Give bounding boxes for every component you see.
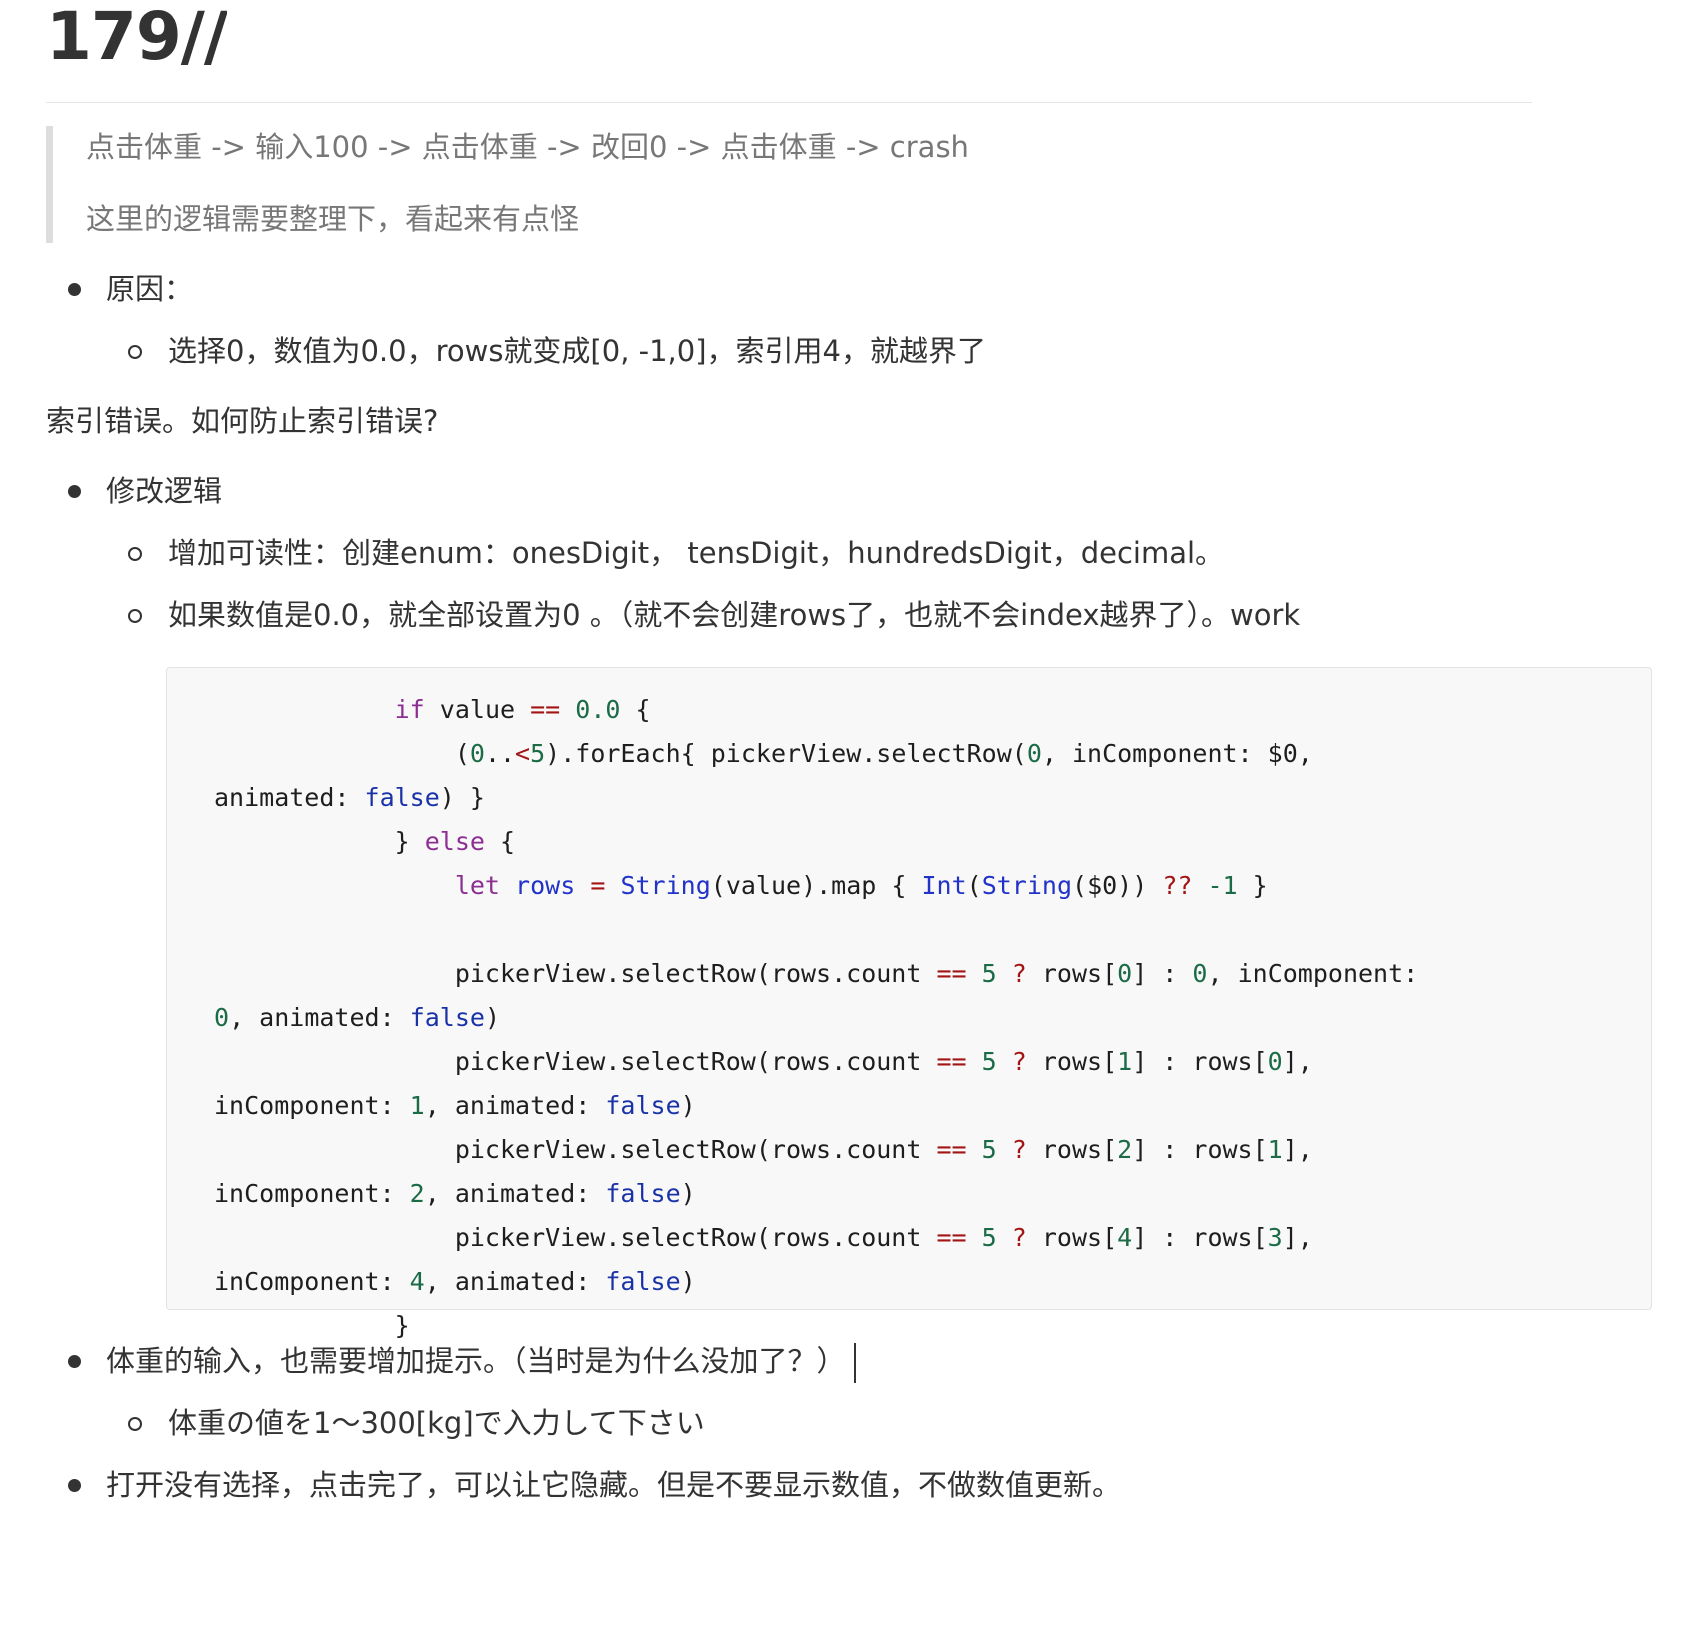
title-divider (46, 102, 1532, 103)
blockquote: 点击体重 -> 输入100 -> 点击体重 -> 改回0 -> 点击体重 -> … (46, 126, 1526, 243)
list-item-cause: 原因： (46, 268, 1606, 311)
bullet-circle-icon (128, 1417, 142, 1431)
cause-label: 原因： (106, 272, 194, 306)
fix-sub-1: 增加可读性：创建enum：onesDigit， tensDigit，hundre… (168, 536, 1225, 570)
index-error-paragraph: 索引错误。如何防止索引错误? (46, 404, 439, 438)
code-content: if value == 0.0 { (0..<5).forEach{ picke… (214, 695, 1419, 1340)
bullet-dot-icon (68, 1479, 81, 1492)
sub-item-weight-range: 体重の値を1～300[kg]で入力して下さい (46, 1402, 1668, 1445)
sub-item-readability: 增加可读性：创建enum：onesDigit， tensDigit，hundre… (46, 532, 1668, 575)
weight-hint-sub: 体重の値を1～300[kg]で入力して下さい (168, 1406, 705, 1440)
code-block: if value == 0.0 { (0..<5).forEach{ picke… (166, 667, 1652, 1340)
bullet-dot-icon (68, 485, 81, 498)
list-item-weight-hint: 体重的输入，也需要增加提示。（当时是为什么没加了？） (46, 1340, 1606, 1383)
sub-item-cause-detail: 选择0，数值为0.0，rows就变成[0, -1,0]，索引用4，就越界了 (46, 330, 1668, 373)
bullet-dot-icon (68, 1355, 81, 1368)
fix-sub-2: 如果数值是0.0，就全部设置为0 。（就不会创建rows了，也就不会index越… (168, 598, 1301, 632)
list-item-hide-note: 打开没有选择，点击完了，可以让它隐藏。但是不要显示数值，不做数值更新。 (46, 1464, 1606, 1507)
text-cursor (853, 1343, 856, 1383)
list-item-fix-logic: 修改逻辑 (46, 470, 1606, 513)
bullet-circle-icon (128, 547, 142, 561)
bullet-circle-icon (128, 609, 142, 623)
page-title: 179// (46, 0, 227, 72)
bullet-circle-icon (128, 345, 142, 359)
sub-item-zero-value: 如果数值是0.0，就全部设置为0 。（就不会创建rows了，也就不会index越… (46, 594, 1668, 637)
fix-label: 修改逻辑 (106, 474, 223, 508)
quote-line-2: 这里的逻辑需要整理下，看起来有点怪 (86, 202, 580, 236)
hide-note-text: 打开没有选择，点击完了，可以让它隐藏。但是不要显示数值，不做数值更新。 (106, 1468, 1122, 1502)
bullet-dot-icon (68, 283, 81, 296)
quote-line-1: 点击体重 -> 输入100 -> 点击体重 -> 改回0 -> 点击体重 -> … (86, 130, 969, 164)
weight-hint-label: 体重的输入，也需要增加提示。（当时是为什么没加了？） (106, 1344, 846, 1378)
cause-detail: 选择0，数值为0.0，rows就变成[0, -1,0]，索引用4，就越界了 (168, 334, 986, 368)
